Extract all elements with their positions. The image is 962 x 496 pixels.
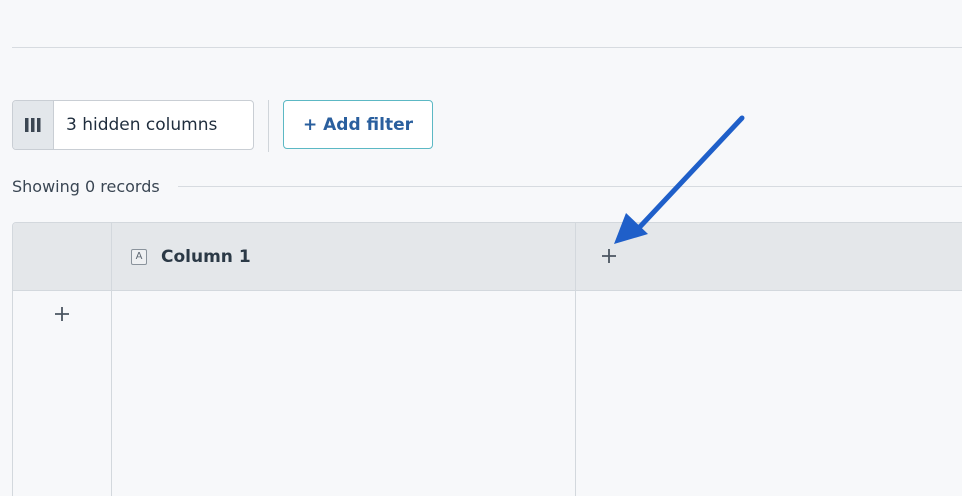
text-type-icon: A: [131, 248, 147, 265]
table-view: 3 hidden columns + Add filter Showing 0 …: [0, 0, 962, 496]
columns-icon: [25, 118, 41, 132]
records-count-text: Showing 0 records: [12, 176, 160, 196]
records-status-row: Showing 0 records: [12, 174, 962, 198]
plus-icon: [602, 249, 616, 263]
add-row-button[interactable]: [51, 303, 73, 325]
hidden-columns-button[interactable]: 3 hidden columns: [12, 100, 254, 150]
row-gutter-divider: [111, 223, 112, 496]
hidden-columns-label: 3 hidden columns: [66, 115, 218, 135]
records-divider: [177, 185, 962, 187]
add-column-button[interactable]: [598, 245, 620, 267]
column-header-title: Column 1: [161, 246, 251, 267]
data-grid: A Column 1: [12, 222, 962, 496]
plus-icon: [55, 307, 69, 321]
add-filter-button[interactable]: + Add filter: [283, 100, 433, 149]
columns-icon-container: [13, 101, 54, 149]
toolbar-separator: [268, 100, 269, 152]
column-divider: [575, 223, 576, 496]
top-divider: [12, 47, 962, 48]
column-header-column-1[interactable]: A Column 1: [131, 223, 571, 290]
